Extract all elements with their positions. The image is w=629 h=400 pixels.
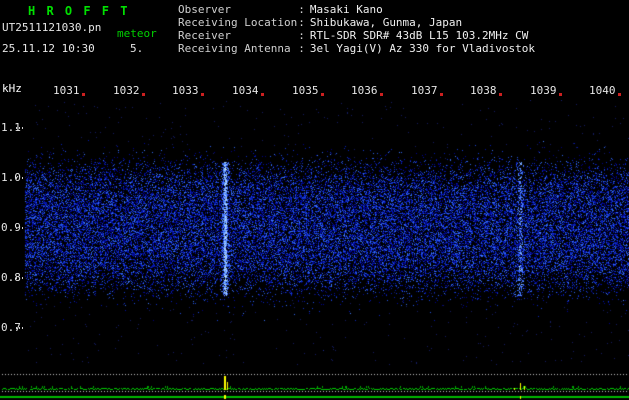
x-axis-label-text: 1040	[589, 84, 616, 97]
echo-count: 5.	[130, 42, 143, 55]
x-axis-label-text: 1032	[113, 84, 140, 97]
red-tick-icon	[559, 93, 562, 96]
field-label: Receiver	[178, 29, 297, 42]
field-value: 3el Yagi(V) Az 330 for Vladivostok	[310, 42, 535, 55]
metadata-row-antenna: Receiving Antenna :3el Yagi(V) Az 330 fo…	[178, 42, 535, 55]
x-axis-label: 1033	[172, 84, 204, 97]
field-value: RTL-SDR SDR# 43dB L15 103.2MHz CW	[310, 29, 529, 42]
x-axis-label: 1031	[53, 84, 85, 97]
red-tick-icon	[201, 93, 204, 96]
metadata-row-observer: Observer : Masaki Kano	[178, 3, 535, 16]
red-tick-icon	[499, 93, 502, 96]
field-value: Shibukawa, Gunma, Japan	[310, 16, 462, 29]
mode-label: meteor	[117, 27, 157, 40]
x-axis-label: 1035	[292, 84, 324, 97]
metadata-block: Observer : Masaki Kano Receiving Location…	[178, 3, 535, 55]
observation-datetime: 25.11.12 10:30	[2, 42, 95, 55]
x-axis-label-text: 1038	[470, 84, 497, 97]
y-axis-unit: kHz	[2, 82, 22, 95]
red-tick-icon	[618, 93, 621, 96]
red-tick-icon	[380, 93, 383, 96]
metadata-row-receiver: Receiver : RTL-SDR SDR# 43dB L15 103.2MHz…	[178, 29, 535, 42]
x-axis-label: 1037	[411, 84, 443, 97]
hrofft-screen: H R O F F T UT2511121030.pn meteor 25.11…	[0, 0, 629, 400]
red-tick-icon	[142, 93, 145, 96]
x-axis-label: 1036	[351, 84, 383, 97]
app-title: H R O F F T	[28, 4, 129, 18]
field-value: Masaki Kano	[310, 3, 383, 16]
field-label: Observer	[178, 3, 297, 16]
x-axis-label-text: 1034	[232, 84, 259, 97]
x-axis-label-text: 1039	[530, 84, 557, 97]
x-axis-label: 1032	[113, 84, 145, 97]
red-tick-icon	[321, 93, 324, 96]
field-separator: :	[298, 42, 305, 55]
x-axis-label-text: 1033	[172, 84, 199, 97]
field-separator: :	[298, 3, 305, 16]
x-axis-label-text: 1037	[411, 84, 438, 97]
x-axis-label: 1040	[589, 84, 621, 97]
field-label: Receiving Antenna	[178, 42, 297, 55]
x-axis-label: 1038	[470, 84, 502, 97]
metadata-row-location: Receiving Location: Shibukawa, Gunma, Jap…	[178, 16, 535, 29]
x-axis-label: 1034	[232, 84, 264, 97]
field-separator: :	[298, 29, 305, 42]
x-axis-label-text: 1031	[53, 84, 80, 97]
red-tick-icon	[82, 93, 85, 96]
spectrogram-canvas	[0, 100, 629, 400]
x-axis-label-text: 1036	[351, 84, 378, 97]
x-axis-label: 1039	[530, 84, 562, 97]
red-tick-icon	[440, 93, 443, 96]
file-id: UT2511121030.pn	[2, 21, 101, 34]
field-label: Receiving Location	[178, 16, 297, 29]
x-axis-label-text: 1035	[292, 84, 319, 97]
field-separator: :	[298, 16, 305, 29]
red-tick-icon	[261, 93, 264, 96]
